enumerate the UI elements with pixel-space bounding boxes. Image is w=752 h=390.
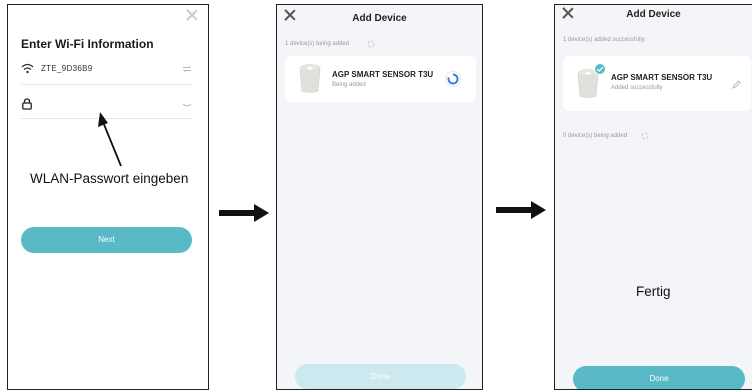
device-name: AGP SMART SENSOR T3U bbox=[611, 73, 713, 82]
device-card[interactable]: AGP SMART SENSOR T3U Being added bbox=[285, 56, 476, 102]
sensor-device-icon bbox=[299, 64, 321, 93]
flow-arrow-icon bbox=[496, 201, 546, 219]
page-title: Add Device bbox=[626, 9, 681, 20]
device-card[interactable]: AGP SMART SENSOR T3U Added successfully bbox=[563, 56, 751, 111]
done-button[interactable]: Done bbox=[573, 366, 745, 389]
flow-arrow-icon bbox=[219, 204, 269, 222]
success-status-text: 1 device(s) added successfully bbox=[563, 37, 645, 43]
pending-status-text: 0 device(s) being added bbox=[563, 133, 628, 139]
done-annotation: Fertig bbox=[636, 284, 671, 299]
device-status: Added successfully bbox=[611, 85, 663, 91]
device-name: AGP SMART SENSOR T3U bbox=[332, 70, 434, 79]
edit-icon[interactable] bbox=[732, 80, 741, 89]
loading-spinner-icon bbox=[367, 40, 375, 48]
wifi-password-annotation: WLAN-Passwort eingeben bbox=[30, 171, 189, 186]
device-added-screen: Add Device 1 device(s) added successfull… bbox=[554, 4, 752, 390]
progress-ring-icon bbox=[445, 71, 461, 87]
page-title: Add Device bbox=[352, 13, 407, 24]
adding-device-screen: Add Device 1 device(s) being added AGP S… bbox=[276, 4, 483, 390]
device-status: Being added bbox=[332, 82, 366, 88]
loading-spinner-icon bbox=[641, 132, 649, 140]
adding-status-text: 1 device(s) being added bbox=[285, 41, 350, 47]
check-badge-icon bbox=[594, 63, 606, 75]
done-button-disabled[interactable]: Done bbox=[295, 364, 466, 389]
